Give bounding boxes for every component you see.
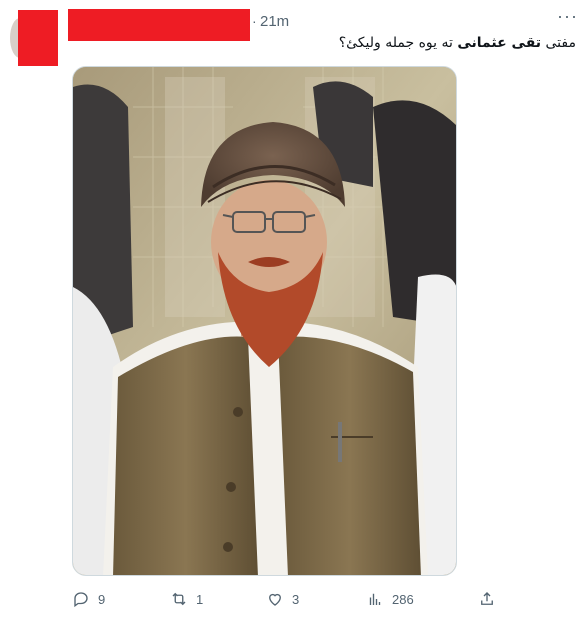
retweet-icon: [172, 592, 186, 606]
photo-illustration: [73, 67, 456, 575]
tweet-text-end: ته یوه جمله ولیکئ؟: [338, 35, 458, 51]
like-count: 3: [292, 591, 300, 607]
views-button[interactable]: 286: [366, 586, 414, 612]
tweet-text-start: مفتی: [541, 35, 577, 51]
reply-count: 9: [98, 591, 106, 607]
header-separator: ·: [252, 13, 257, 29]
share-icon: [481, 592, 493, 605]
views-count: 286: [392, 591, 414, 607]
tweet-text: مفتی تقی عثمانی ته یوه جمله ولیکئ؟: [176, 33, 576, 53]
retweet-button[interactable]: 1: [170, 586, 203, 612]
like-button[interactable]: 3: [266, 586, 299, 612]
heart-icon: [269, 593, 281, 606]
reply-icon: [74, 592, 88, 608]
avatar-redaction: [18, 10, 58, 66]
views-icon: [369, 593, 381, 605]
retweet-count: 1: [196, 591, 204, 607]
tweet-timestamp[interactable]: 21m: [260, 13, 289, 30]
more-options-icon[interactable]: ···: [557, 6, 578, 27]
tweet-text-bold[interactable]: تقی عثمانی: [457, 35, 541, 51]
share-button[interactable]: [478, 586, 496, 612]
reply-button[interactable]: 9: [72, 586, 105, 612]
action-bar: 9 1 3 286: [72, 586, 502, 612]
tweet[interactable]: · 21m ··· مفتی تقی عثمانی ته یوه جمله ول…: [0, 0, 588, 623]
tweet-photo[interactable]: [72, 66, 457, 576]
